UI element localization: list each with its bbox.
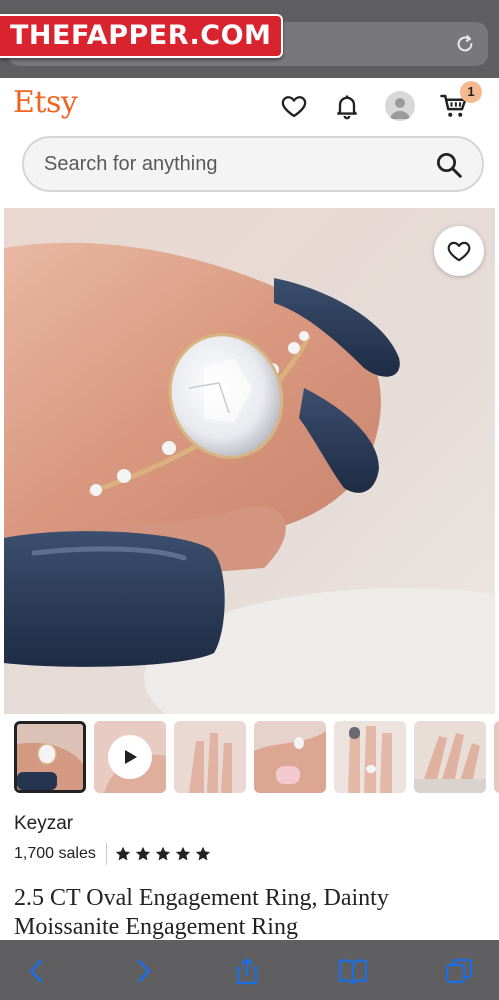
heart-icon	[281, 96, 307, 118]
etsy-logo[interactable]: Etsy	[13, 85, 78, 120]
back-icon[interactable]	[22, 957, 52, 985]
site-header: Etsy 1	[0, 78, 499, 208]
product-title: 2.5 CT Oval Engagement Ring, Dainty Mois…	[14, 885, 389, 940]
shop-name-link[interactable]: Keyzar	[14, 813, 73, 835]
cart-count-badge: 1	[460, 81, 482, 103]
sales-count: 1,700 sales	[14, 845, 96, 862]
bookmarks-icon[interactable]	[338, 957, 368, 985]
tabs-icon[interactable]	[444, 957, 474, 985]
thumbnail-1[interactable]	[14, 721, 86, 793]
forward-icon[interactable]	[128, 957, 158, 985]
thumbnail-image	[174, 721, 246, 793]
search-icon[interactable]	[434, 150, 464, 180]
avatar	[385, 91, 415, 121]
thumbnail-4[interactable]	[254, 721, 326, 793]
thumbnail-6[interactable]	[414, 721, 486, 793]
watermark-banner: THEFAPPER.COM	[0, 14, 284, 58]
browser-toolbar	[0, 940, 499, 1000]
thumbnail-2-video[interactable]	[94, 721, 166, 793]
search-bar[interactable]	[22, 136, 484, 192]
thumbnail-3[interactable]	[174, 721, 246, 793]
favorite-item-button[interactable]	[434, 226, 484, 276]
user-icon	[390, 98, 410, 119]
thumbnail-7[interactable]	[494, 721, 499, 793]
divider	[106, 843, 107, 865]
heart-icon	[447, 241, 471, 262]
thumbnail-image	[494, 721, 499, 793]
reload-icon[interactable]	[454, 33, 476, 55]
play-video-button[interactable]	[108, 735, 152, 779]
play-icon	[125, 750, 137, 764]
star-icon	[195, 846, 211, 861]
star-icon	[155, 846, 171, 861]
star-icon	[175, 846, 191, 861]
thumbnail-image	[254, 721, 326, 793]
notifications-button[interactable]	[331, 90, 363, 122]
rating-stars[interactable]	[114, 845, 212, 863]
thumbnail-strip	[14, 721, 499, 793]
star-icon	[135, 846, 151, 861]
thumbnail-image	[17, 724, 83, 790]
favorites-button[interactable]	[278, 90, 310, 122]
thumbnail-image	[414, 721, 486, 793]
thumbnail-image	[334, 721, 406, 793]
ring-photo	[4, 208, 495, 714]
star-icon	[115, 846, 131, 861]
share-icon[interactable]	[232, 957, 262, 985]
thumbnail-5[interactable]	[334, 721, 406, 793]
search-input[interactable]	[44, 138, 424, 190]
account-button[interactable]	[384, 90, 416, 122]
product-main-image[interactable]	[4, 208, 495, 714]
bell-icon	[337, 95, 357, 120]
